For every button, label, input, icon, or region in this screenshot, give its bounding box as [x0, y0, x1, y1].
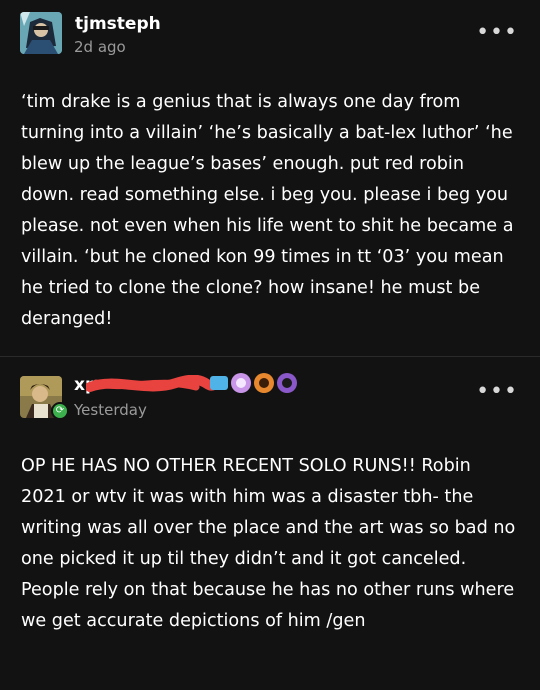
paw-badge-icon: [254, 373, 274, 393]
timestamp[interactable]: Yesterday: [74, 401, 147, 419]
username[interactable]: tjmsteph: [75, 14, 161, 34]
more-options-icon[interactable]: •••: [476, 381, 518, 403]
post-body: OP HE HAS NO OTHER RECENT SOLO RUNS!! Ro…: [21, 456, 516, 631]
post-body: ‘tim drake is a genius that is always on…: [21, 92, 514, 329]
timestamp[interactable]: 2d ago: [74, 38, 126, 56]
redaction-scribble: [86, 375, 216, 392]
post-original: tjmsteph 2d ago ••• ‘tim drake is a geni…: [0, 0, 540, 356]
avatar[interactable]: [20, 12, 62, 54]
more-options-icon[interactable]: •••: [476, 22, 518, 44]
blue-badge-icon: [210, 376, 228, 390]
user-badges: [210, 373, 297, 393]
post-reblog: ⟳ xp Yesterday ••• OP HE HAS NO OTHER RE…: [0, 357, 540, 690]
reblog-icon: ⟳: [51, 402, 69, 420]
ghost-badge-icon: [277, 373, 297, 393]
lavender-badge-icon: [231, 373, 251, 393]
